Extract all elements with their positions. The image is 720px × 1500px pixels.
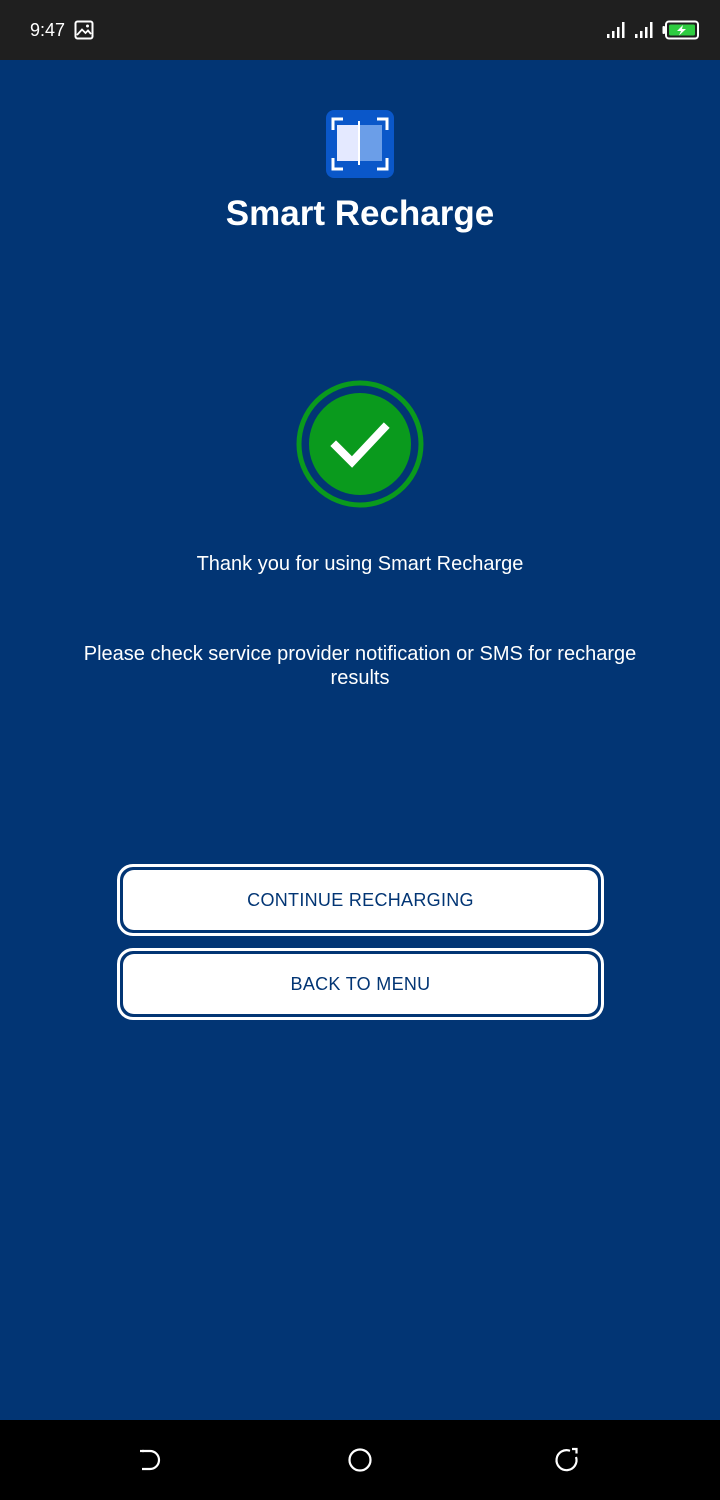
signal-icon (635, 22, 653, 38)
status-bar: 9:47 (0, 0, 720, 60)
app-title: Smart Recharge (225, 194, 495, 233)
back-to-menu-button[interactable]: BACK TO MENU (117, 948, 604, 1020)
home-icon[interactable] (346, 1446, 374, 1474)
system-nav-bar (0, 1420, 720, 1500)
gallery-icon (74, 20, 94, 40)
back-to-menu-label: BACK TO MENU (123, 954, 598, 1014)
battery-charging-icon (662, 20, 699, 40)
smart-card-logo-icon (326, 110, 394, 178)
recents-icon[interactable] (552, 1446, 580, 1474)
app-body: Smart Recharge Thank you for using Smart… (0, 60, 720, 1420)
continue-recharging-label: CONTINUE RECHARGING (123, 870, 598, 930)
status-indicators (606, 18, 700, 42)
recharge-notice-message: Please check service provider notificati… (83, 643, 637, 689)
continue-recharging-button[interactable]: CONTINUE RECHARGING (117, 864, 604, 936)
status-time: 9:47 (30, 20, 66, 40)
check-circle-icon (296, 380, 424, 508)
thank-you-message: Thank you for using Smart Recharge (196, 553, 524, 575)
back-icon[interactable] (136, 1446, 164, 1474)
signal-icon (607, 22, 625, 38)
